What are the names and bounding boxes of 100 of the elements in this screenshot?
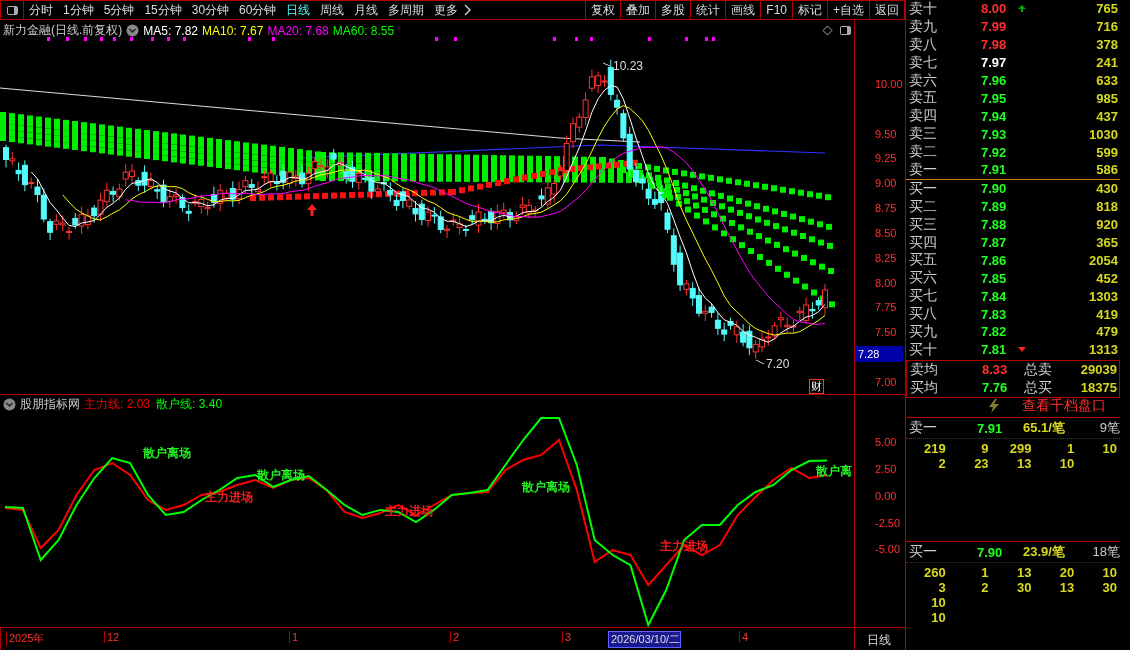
price-value: 7.90 <box>981 181 1008 197</box>
average-per-order: 65.1/笔 <box>1023 419 1065 437</box>
dropdown-icon[interactable] <box>3 397 16 411</box>
period-tab[interactable]: 更多 <box>429 1 464 19</box>
order-size: 13 <box>1015 565 1033 580</box>
order-size: 30 <box>1101 580 1118 595</box>
volume-value: 419 <box>1096 306 1119 322</box>
axis-tick-label: 8.00 <box>875 275 897 291</box>
toolbar-button[interactable]: 多股 <box>655 1 691 19</box>
period-tab[interactable]: 分时 <box>24 1 58 19</box>
legend-value: : 2.03 <box>120 397 151 411</box>
price-value: 7.84 <box>981 288 1008 304</box>
price-value: 7.89 <box>981 199 1008 215</box>
average-per-order: 23.9/笔 <box>1023 543 1065 561</box>
level-label: 卖六 <box>909 71 938 90</box>
price-value: 7.96 <box>981 73 1008 88</box>
volume-value: 765 <box>1096 1 1119 17</box>
price-value: 7.83 <box>981 306 1008 322</box>
current-price-tag: 7.28 <box>855 346 903 363</box>
signal-annotation: 散户离 <box>816 464 852 478</box>
order-size: 30 <box>1015 580 1033 595</box>
level-label: 买四 <box>909 233 938 252</box>
toolbar-button[interactable]: 返回 <box>869 1 904 19</box>
period-tab[interactable]: 月线 <box>349 1 384 19</box>
panel-toggle-icon[interactable] <box>838 24 852 36</box>
up-arrow-icon <box>307 204 317 216</box>
date-label: 1 <box>289 631 299 643</box>
order-size: 260 <box>923 565 947 580</box>
dropdown-icon[interactable] <box>126 24 140 37</box>
toolbar-button[interactable]: +自选 <box>827 1 869 19</box>
period-label: 日线 <box>866 632 891 649</box>
axis-tick-label: -5.00 <box>875 543 901 556</box>
period-tab[interactable]: 1分钟 <box>58 1 99 19</box>
period-tab[interactable]: 周线 <box>315 1 350 19</box>
level-label: 买一 <box>909 179 938 198</box>
volume-value: 818 <box>1096 199 1119 215</box>
order-size: 10 <box>1101 565 1118 580</box>
period-tab[interactable]: 日线 <box>281 1 316 19</box>
toolbar-button[interactable]: 画线 <box>725 1 761 19</box>
average-label: 买均 <box>910 378 939 397</box>
axis-tick-label: 7.50 <box>875 325 897 341</box>
order-count: 18笔 <box>1092 543 1120 561</box>
volume-value: 365 <box>1096 235 1119 250</box>
down-arrow-icon <box>660 188 670 200</box>
diamond-icon[interactable] <box>822 25 833 36</box>
level-label: 买六 <box>909 269 938 288</box>
axis-tick-label: 8.25 <box>875 250 897 266</box>
total-value: 29039 <box>1080 362 1118 378</box>
price-value: 7.99 <box>981 19 1008 35</box>
level-label: 买一 <box>909 543 938 561</box>
order-size: 1 <box>1065 441 1076 456</box>
view-depth-button[interactable]: 查看千档盘口 <box>1022 397 1106 415</box>
date-label: 2025年 <box>6 631 45 646</box>
ma-value: MA10: 7.67 <box>202 23 264 38</box>
price-value: 7.93 <box>981 126 1008 142</box>
volume-value: 716 <box>1096 19 1119 35</box>
order-size: 3 <box>937 580 947 595</box>
volume-value: 586 <box>1096 162 1119 178</box>
axis-tick-label: 2.50 <box>875 463 897 476</box>
price-value: 7.97 <box>981 55 1008 71</box>
level-label: 买七 <box>909 287 938 306</box>
price-value: 7.98 <box>981 37 1008 53</box>
toolbar-button[interactable]: 统计 <box>690 1 726 19</box>
ma-value: MA60: 8.55 <box>332 23 395 38</box>
order-size: 2 <box>937 456 947 471</box>
signal-annotation: 散户离场 <box>143 446 191 460</box>
toolbar-button[interactable]: 复权 <box>585 1 621 19</box>
level-label: 买十 <box>909 340 938 359</box>
level-label: 卖一 <box>909 160 938 179</box>
axis-tick-label: 8.50 <box>875 225 897 241</box>
axis-tick-label: 0.00 <box>875 489 897 502</box>
toolbar-button[interactable]: F10 <box>760 1 792 19</box>
level-label: 卖三 <box>909 125 938 144</box>
order-size: 13 <box>1058 580 1076 595</box>
finance-badge[interactable]: 财 <box>809 379 824 394</box>
price-value: 7.91 <box>977 420 1004 436</box>
period-tab[interactable]: 15分钟 <box>139 1 187 19</box>
order-size: 299 <box>1008 441 1033 456</box>
date-label: 2 <box>450 631 460 643</box>
level-label: 卖九 <box>909 17 938 36</box>
price-value: 7.92 <box>981 144 1008 160</box>
level-label: 买二 <box>909 197 938 216</box>
level-label: 买八 <box>909 305 938 324</box>
volume-value: 437 <box>1096 108 1119 124</box>
chevron-right-icon[interactable] <box>464 4 473 16</box>
level-label: 卖一 <box>909 419 938 437</box>
period-tab[interactable]: 60分钟 <box>234 1 282 19</box>
period-tab[interactable]: 多周期 <box>383 1 430 19</box>
toolbar-button[interactable]: 叠加 <box>620 1 656 19</box>
volume-value: 985 <box>1096 90 1119 106</box>
average-label: 卖均 <box>910 360 939 379</box>
price-value: 7.87 <box>981 235 1008 250</box>
chart-title: 新力金融(日线.前复权) <box>3 22 123 39</box>
period-tab[interactable]: 5分钟 <box>98 1 140 19</box>
level-label: 卖四 <box>909 107 938 126</box>
leader-line <box>755 359 765 365</box>
period-tab[interactable]: 30分钟 <box>186 1 235 19</box>
ma-value: MA5: 7.82 <box>143 23 199 38</box>
toolbar-button[interactable]: 标记 <box>792 1 827 19</box>
order-size: 23 <box>973 456 990 471</box>
